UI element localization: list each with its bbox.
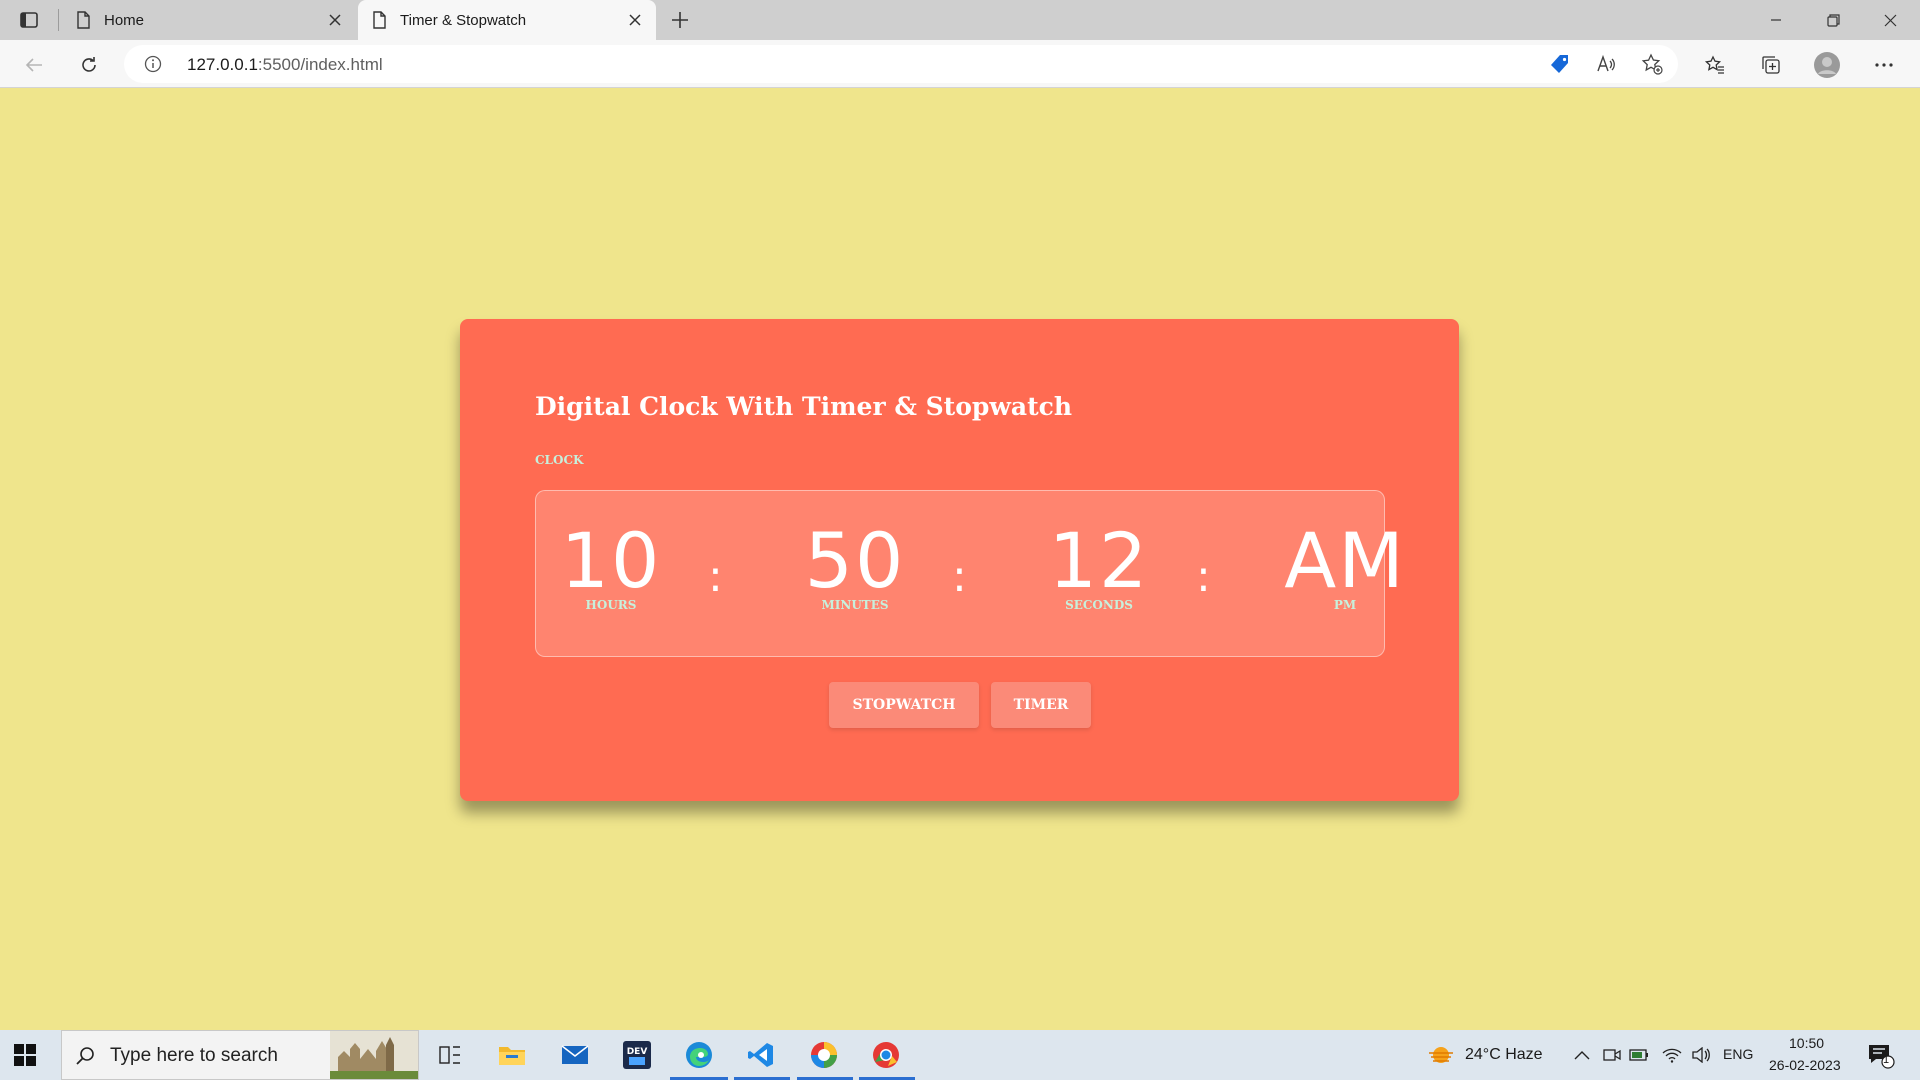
tab-actions-icon[interactable] <box>18 9 40 31</box>
stopwatch-button[interactable]: STOPWATCH <box>829 682 979 728</box>
file-explorer-icon[interactable] <box>495 1038 529 1072</box>
clock-section-label: CLOCK <box>535 453 584 467</box>
new-tab-button[interactable] <box>666 6 694 34</box>
task-view-icon[interactable] <box>433 1038 467 1072</box>
seconds-unit: 12 SECONDS <box>1024 516 1174 613</box>
minimize-button[interactable] <box>1748 0 1804 40</box>
seconds-value: 12 <box>1048 516 1150 605</box>
clock-date[interactable]: 26-02-2023 <box>1769 1057 1841 1073</box>
hours-unit: 10 HOURS <box>536 516 686 613</box>
tab-timer-stopwatch[interactable]: Timer & Stopwatch <box>358 0 656 40</box>
tab-title: Timer & Stopwatch <box>400 11 527 29</box>
time-separator: : <box>952 551 967 602</box>
tab-title: Home <box>104 11 145 29</box>
volume-icon[interactable] <box>1685 1038 1719 1072</box>
read-aloud-icon[interactable] <box>1594 52 1618 76</box>
timer-button[interactable]: TIMER <box>991 682 1091 728</box>
clock-display: 10 HOURS : 50 MINUTES : 12 SECONDS : AM … <box>535 490 1404 657</box>
taskbar: Type here to search DEV 24°C Haze ENG 10… <box>0 1030 1920 1080</box>
tab-separator <box>58 9 59 31</box>
time-separator: : <box>1196 551 1211 602</box>
more-menu-icon[interactable] <box>1868 49 1900 81</box>
hours-value: 10 <box>560 516 662 605</box>
back-button[interactable] <box>18 49 50 81</box>
page-icon <box>77 11 90 29</box>
windows-start-icon[interactable] <box>12 1042 38 1068</box>
site-info-icon[interactable] <box>144 55 162 73</box>
search-highlight-image <box>330 1031 418 1079</box>
svg-text:DEV: DEV <box>627 1047 648 1057</box>
close-window-button[interactable] <box>1862 0 1918 40</box>
close-tab-icon[interactable] <box>620 5 650 35</box>
clock-time[interactable]: 10:50 <box>1789 1035 1824 1051</box>
url-host: 127.0.0.1 <box>187 55 258 74</box>
shopping-tag-icon[interactable] <box>1548 52 1572 76</box>
show-hidden-icons-chevron-icon[interactable] <box>1565 1038 1599 1072</box>
address-bar[interactable]: 127.0.0.1:5500/index.html <box>124 45 1678 83</box>
restore-button[interactable] <box>1805 0 1861 40</box>
browser-toolbar: 127.0.0.1:5500/index.html <box>0 40 1920 88</box>
notifications-icon[interactable] <box>1864 1038 1898 1072</box>
hours-label: HOURS <box>585 598 637 612</box>
dev-home-icon[interactable]: DEV <box>620 1038 654 1072</box>
time-separator: : <box>708 551 723 602</box>
wifi-icon[interactable] <box>1655 1038 1689 1072</box>
chrome-icon[interactable] <box>869 1038 903 1072</box>
weather-icon[interactable] <box>1424 1038 1458 1072</box>
add-favorite-icon[interactable] <box>1640 52 1664 76</box>
minutes-value: 50 <box>804 516 906 605</box>
url-path: :5500/index.html <box>257 55 383 74</box>
vscode-icon[interactable] <box>744 1038 778 1072</box>
edge-browser-icon[interactable] <box>682 1038 716 1072</box>
mail-icon[interactable] <box>558 1038 592 1072</box>
page-title: Digital Clock With Timer & Stopwatch <box>535 392 1073 421</box>
search-placeholder: Type here to search <box>110 1045 278 1066</box>
collections-icon[interactable] <box>1755 49 1787 81</box>
notification-count: 1 <box>1883 1054 1890 1066</box>
favorites-icon[interactable] <box>1699 49 1731 81</box>
clock-card: Digital Clock With Timer & Stopwatch CLO… <box>460 319 1459 801</box>
url-text[interactable]: 127.0.0.1:5500/index.html <box>187 55 383 75</box>
minutes-unit: 50 MINUTES <box>780 516 930 613</box>
taskbar-search[interactable]: Type here to search <box>61 1030 419 1080</box>
page-icon <box>373 11 386 29</box>
weather-text[interactable]: 24°C Haze <box>1465 1046 1543 1064</box>
browser-tab-bar: Home Timer & Stopwatch <box>0 0 1920 40</box>
profile-avatar-icon[interactable] <box>1811 49 1843 81</box>
photos-app-icon[interactable] <box>807 1038 841 1072</box>
battery-icon[interactable] <box>1622 1038 1656 1072</box>
tab-home[interactable]: Home <box>62 0 356 40</box>
seconds-label: SECONDS <box>1065 598 1133 612</box>
period-value: AM <box>1284 516 1406 605</box>
period-unit: AM PM <box>1270 516 1420 613</box>
refresh-button[interactable] <box>73 49 105 81</box>
close-tab-icon[interactable] <box>320 5 350 35</box>
search-icon <box>76 1047 94 1065</box>
language-indicator[interactable]: ENG <box>1723 1046 1753 1062</box>
minutes-label: MINUTES <box>821 598 889 612</box>
